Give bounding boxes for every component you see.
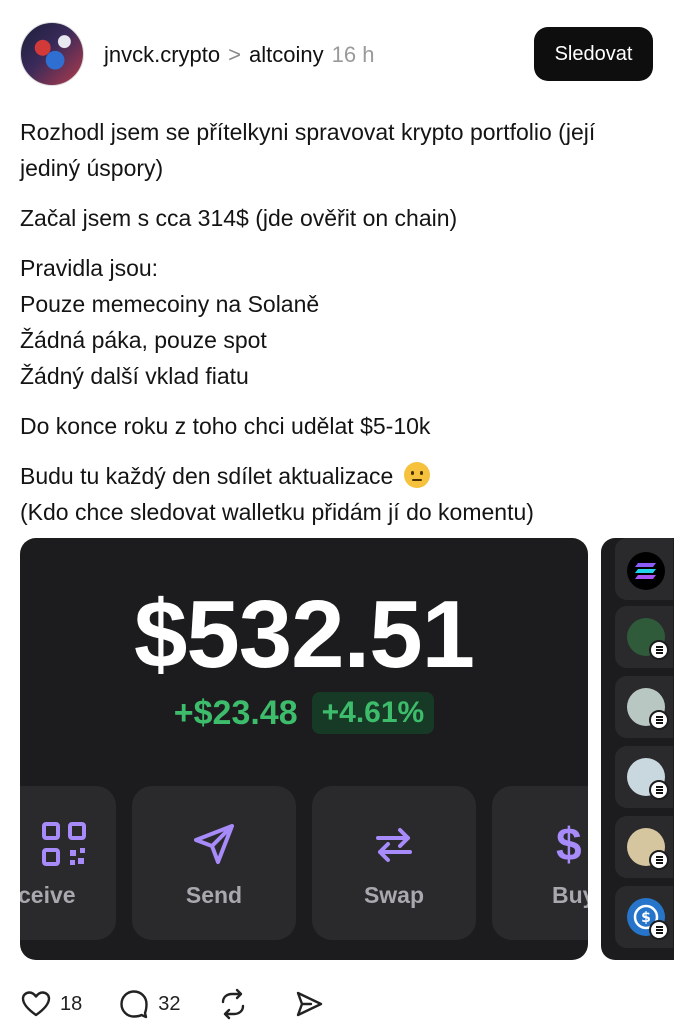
post-paragraph: Rozhodl jsem se přítelkyni spravovat kry…	[20, 119, 596, 181]
solana-icon	[627, 552, 665, 590]
swap-label: Swap	[363, 882, 425, 908]
buy-button: $ Buy	[492, 786, 588, 940]
wallet-screenshot-image[interactable]: $532.51 +$23.48 +4.61% ceive Send Swap $…	[20, 538, 588, 960]
qr-code-icon	[42, 822, 86, 866]
post-line: Žádná páka, pouze spot	[20, 327, 267, 353]
post-paragraph: Začal jsem s cca 314$ (jde ověřit on cha…	[20, 205, 458, 231]
chevron-right-icon: >	[228, 42, 242, 67]
token-badge-icon	[649, 780, 669, 800]
buy-label: Buy	[552, 882, 588, 908]
token-badge-icon	[649, 850, 669, 870]
send-icon	[194, 824, 234, 864]
svg-text:$: $	[641, 910, 651, 926]
token-badge-icon	[649, 710, 669, 730]
change-percent: +4.61%	[311, 692, 435, 734]
wallet-balance: $532.51	[133, 581, 475, 688]
comment-button[interactable]: 32	[118, 988, 181, 1020]
heart-icon	[21, 991, 51, 1017]
post-line: Pravidla jsou:	[20, 255, 159, 281]
share-button[interactable]	[293, 988, 333, 1020]
comment-icon	[120, 990, 148, 1019]
token-item	[615, 538, 673, 600]
token-badge-icon	[649, 920, 669, 940]
follow-button[interactable]: Sledovat	[534, 27, 653, 81]
receive-button: ceive	[20, 786, 116, 940]
token-item	[615, 606, 673, 668]
token-list-image[interactable]: $	[601, 538, 674, 960]
post-body: Rozhodl jsem se přítelkyni spravovat kry…	[20, 114, 660, 530]
token-item	[615, 676, 673, 738]
token-item: $	[615, 886, 673, 948]
avatar[interactable]	[20, 22, 84, 86]
slight-smile-emoji-icon	[403, 462, 430, 488]
post-line: Žádný další vklad fiatu	[20, 363, 249, 389]
post-line: Pouze memecoiny na Solaně	[20, 291, 320, 317]
post-line-text: Budu tu každý den sdílet aktualizace	[20, 463, 394, 489]
share-send-icon	[296, 991, 322, 1017]
post-paragraph: Do konce roku z toho chci udělat $5-10k	[20, 413, 431, 439]
send-button: Send	[132, 786, 296, 940]
post-line: (Kdo chce sledovat walletku přidám jí do…	[20, 499, 534, 525]
post-time: 16 h	[331, 42, 375, 67]
swap-icon	[376, 828, 412, 862]
token-item	[615, 746, 673, 808]
repost-button[interactable]	[217, 988, 257, 1020]
repost-icon	[221, 988, 244, 1020]
token-badge-icon	[649, 640, 669, 660]
like-button[interactable]: 18	[20, 988, 82, 1020]
swap-button: Swap	[312, 786, 476, 940]
balance-change: +$23.48 +4.61%	[20, 692, 588, 734]
username-link[interactable]: jnvck.crypto	[104, 42, 220, 68]
token-item	[615, 816, 673, 878]
comment-count: 32	[158, 992, 181, 1015]
community-link[interactable]: altcoiny	[249, 42, 324, 68]
post-header: jnvck.crypto > altcoiny 16 h	[104, 40, 374, 70]
post-actions: 18 32	[20, 984, 369, 1024]
like-count: 18	[60, 992, 83, 1015]
send-label: Send	[185, 882, 243, 908]
post-line-with-emoji: Budu tu každý den sdílet aktualizace	[20, 458, 660, 494]
dollar-icon: $	[556, 818, 582, 870]
change-amount: +$23.48	[173, 693, 298, 732]
receive-label: ceive	[20, 882, 76, 908]
